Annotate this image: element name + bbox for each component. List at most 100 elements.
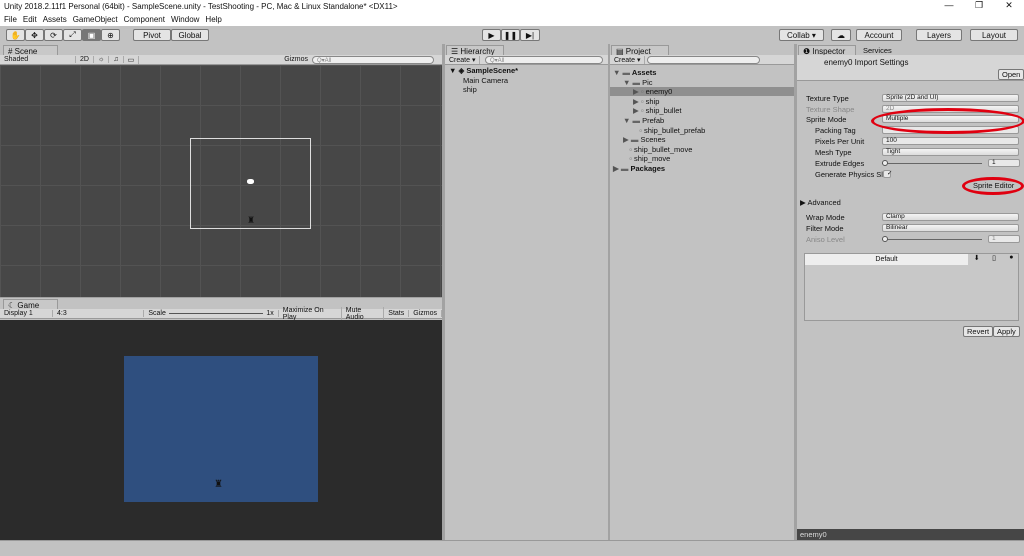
expand-arrow-icon[interactable]: ▼ [613, 68, 620, 77]
expand-arrow-icon[interactable] [633, 126, 637, 135]
game-gizmos-dropdown[interactable]: Gizmos [409, 310, 442, 317]
project-item[interactable]: ▼ ▬ Pic [623, 78, 653, 87]
transform-tool-icon[interactable]: ⊕ [101, 29, 120, 41]
menu-assets[interactable]: Assets [43, 15, 67, 24]
step-button[interactable]: ▶| [520, 29, 540, 41]
project-create-button[interactable]: Create ▾ [610, 55, 646, 64]
scale-slider[interactable]: Scale 1x [144, 310, 279, 317]
expand-arrow-icon[interactable] [623, 154, 627, 163]
project-item-label: ship_bullet_move [634, 144, 693, 154]
inspector-header: enemy0 Import Settings Open [797, 55, 1024, 81]
menu-gameobject[interactable]: GameObject [73, 15, 118, 24]
display-dropdown[interactable]: Display 1 [0, 310, 54, 317]
physics-checkbox[interactable]: ✓ [883, 170, 892, 178]
scene-search[interactable]: Q▾All [312, 55, 434, 64]
aniso-label: Aniso Level [806, 235, 845, 244]
menu-help[interactable]: Help [205, 15, 221, 24]
maximize-on-play-toggle[interactable]: Maximize On Play [279, 306, 342, 321]
scene-view[interactable]: ♜ [0, 65, 442, 297]
audio-icon[interactable]: ♫ [109, 56, 124, 63]
advanced-foldout[interactable]: ▶ Advanced [800, 198, 841, 207]
stats-toggle[interactable]: Stats [384, 310, 410, 317]
hierarchy-create-button[interactable]: Create ▾ [445, 55, 481, 64]
apply-button[interactable]: Apply [993, 326, 1020, 337]
project-item-label: ship_bullet [645, 106, 682, 116]
phone-icon[interactable]: ▯ [985, 254, 1002, 265]
gizmos-dropdown[interactable]: Gizmos [280, 56, 312, 63]
open-button[interactable]: Open [998, 69, 1024, 80]
cloud-icon[interactable]: ☁ [831, 29, 851, 41]
effects-icon[interactable]: ▭ [124, 55, 140, 64]
revert-button[interactable]: Revert [963, 326, 994, 337]
hierarchy-item-main-camera[interactable]: Main Camera [463, 76, 508, 85]
menu-bar: File Edit Assets GameObject Component Window H… [0, 13, 1024, 26]
enemy-sprite[interactable] [247, 179, 254, 184]
hand-tool-icon[interactable]: ✋ [6, 29, 25, 41]
scene-root[interactable]: ▼ ◈ SampleScene* [449, 66, 518, 75]
shading-dropdown[interactable]: Shaded [0, 56, 76, 63]
move-tool-icon[interactable]: ✥ [25, 29, 44, 41]
ship-sprite: ♜ [214, 479, 223, 490]
project-item[interactable]: ▼ ▬ Assets [613, 68, 656, 77]
menu-file[interactable]: File [4, 15, 17, 24]
extrude-slider[interactable] [882, 160, 982, 166]
global-button[interactable]: Global [171, 29, 209, 41]
extrude-value[interactable]: 1 [988, 159, 1020, 167]
project-item[interactable]: ▫ ship_bullet_prefab [633, 126, 705, 135]
project-item[interactable]: ▶ ▬ Scenes [623, 135, 666, 144]
pause-button[interactable]: ❚❚ [501, 29, 520, 41]
project-item[interactable]: ▫ ship_bullet_move [623, 145, 692, 154]
download-icon[interactable]: ⬇ [968, 254, 985, 265]
aniso-slider[interactable] [882, 236, 982, 242]
android-icon[interactable]: ● [1003, 254, 1020, 265]
expand-arrow-icon[interactable]: ▼ [623, 78, 630, 87]
filter-dropdown[interactable]: Bilinear [882, 224, 1019, 232]
asset-icon: ▫ [629, 144, 632, 154]
account-dropdown[interactable]: Account [856, 29, 902, 41]
project-item[interactable]: ▼ ▬ Prefab [623, 116, 664, 125]
layout-dropdown[interactable]: Layout [970, 29, 1018, 41]
project-item[interactable]: ▶ ▫ ship [633, 97, 659, 106]
mute-audio-toggle[interactable]: Mute Audio [342, 306, 385, 321]
expand-arrow-icon[interactable]: ▶ [633, 87, 639, 96]
rotate-tool-icon[interactable]: ⟳ [44, 29, 63, 41]
project-item[interactable]: ▶ ▬ Packages [613, 164, 665, 173]
ship-sprite[interactable]: ♜ [247, 215, 255, 226]
hierarchy-search[interactable]: Q▾All [485, 56, 603, 64]
scale-tool-icon[interactable]: ⤢ [63, 29, 82, 41]
minimize-button[interactable]: — [934, 0, 964, 11]
menu-window[interactable]: Window [171, 15, 199, 24]
maximize-button[interactable]: ❐ [964, 0, 994, 11]
game-view[interactable]: ♜ [0, 320, 442, 540]
tab-platform-default[interactable]: Default [805, 254, 968, 265]
close-button[interactable]: ✕ [994, 0, 1024, 11]
menu-edit[interactable]: Edit [23, 15, 37, 24]
2d-toggle[interactable]: 2D [76, 56, 94, 63]
expand-arrow-icon[interactable]: ▶ [633, 106, 639, 115]
project-item[interactable]: ▫ ship_move [623, 154, 670, 163]
menu-component[interactable]: Component [124, 15, 165, 24]
mesh-type-dropdown[interactable]: Tight [882, 148, 1019, 156]
expand-arrow-icon[interactable]: ▶ [633, 97, 639, 106]
project-search[interactable] [647, 56, 760, 64]
aspect-dropdown[interactable]: 4:3 [53, 310, 145, 317]
aniso-value[interactable]: 1 [988, 235, 1020, 243]
hierarchy-item-ship[interactable]: ship [463, 85, 477, 94]
preview-bar[interactable]: enemy0 [797, 529, 1024, 540]
tab-services[interactable]: Services [863, 46, 892, 55]
collab-button[interactable]: Collab ▾ [779, 29, 824, 41]
layers-dropdown[interactable]: Layers [916, 29, 962, 41]
expand-arrow-icon[interactable]: ▶ [613, 164, 619, 173]
rect-tool-icon[interactable]: ▣ [82, 29, 101, 41]
lighting-icon[interactable]: ☼ [94, 56, 110, 63]
wrap-dropdown[interactable]: Clamp [882, 213, 1019, 221]
project-item[interactable]: ▶ ▫ enemy0 [610, 87, 794, 97]
ppu-field[interactable]: 100 [882, 137, 1019, 145]
project-item[interactable]: ▶ ▫ ship_bullet [633, 106, 682, 115]
texture-type-dropdown[interactable]: Sprite (2D and UI) [882, 94, 1019, 102]
expand-arrow-icon[interactable]: ▼ [623, 116, 630, 125]
play-button[interactable]: ▶ [482, 29, 501, 41]
pivot-button[interactable]: Pivot [133, 29, 171, 41]
expand-arrow-icon[interactable]: ▶ [623, 135, 629, 144]
expand-arrow-icon[interactable] [623, 145, 627, 154]
